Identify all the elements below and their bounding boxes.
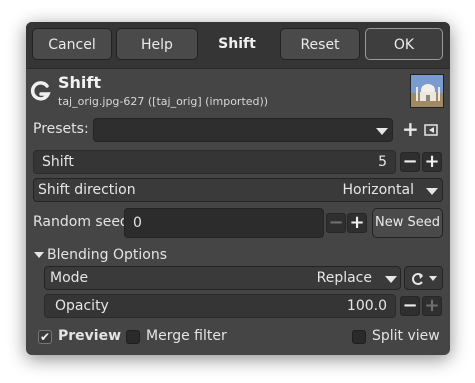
gegl-logo-icon: [30, 81, 51, 101]
opacity-decrement-button[interactable]: −: [400, 296, 420, 316]
opacity-increment-button[interactable]: +: [422, 296, 442, 316]
new-seed-button[interactable]: New Seed: [372, 208, 443, 238]
chevron-down-icon: [385, 276, 397, 283]
plus-icon[interactable]: +: [402, 118, 419, 140]
shift-spinscale[interactable]: Shift 5: [33, 150, 396, 174]
composite-mode-icon: [412, 273, 423, 285]
shift-direction-combo[interactable]: Shift direction Horizontal: [33, 178, 443, 202]
ok-button[interactable]: OK: [365, 28, 443, 60]
merge-filter-label[interactable]: Merge filter: [146, 328, 227, 344]
mode-label: Mode: [50, 270, 89, 286]
presets-label: Presets:: [33, 121, 89, 137]
opacity-spinscale[interactable]: Opacity 100.0: [44, 294, 396, 318]
preview-label[interactable]: Preview: [58, 328, 121, 344]
filter-dialog: Cancel Help Shift Reset OK Shift taj_ori…: [26, 22, 450, 355]
dialog-header-bar: Cancel Help Shift Reset OK: [26, 22, 450, 69]
opacity-value: 100.0: [346, 298, 387, 314]
image-thumbnail: [410, 74, 444, 108]
shift-direction-label: Shift direction: [38, 182, 136, 198]
preview-checkbox[interactable]: ✔: [38, 330, 52, 344]
chevron-down-icon: [376, 128, 388, 135]
merge-filter-checkbox[interactable]: [126, 330, 140, 344]
blending-options-expander[interactable]: Blending Options: [47, 247, 167, 263]
split-view-label[interactable]: Split view: [372, 328, 440, 344]
random-seed-value: 0: [133, 215, 142, 231]
random-seed-label: Random seed: [33, 214, 129, 230]
shift-label: Shift: [42, 154, 74, 170]
filter-title: Shift: [58, 73, 102, 92]
mode-combo[interactable]: Mode Replace: [44, 266, 401, 290]
composite-mode-button[interactable]: [404, 266, 443, 290]
seed-increment-button[interactable]: +: [347, 213, 367, 233]
help-button[interactable]: Help: [116, 28, 198, 60]
filter-subtitle: taj_orig.jpg-627 ([taj_orig] (imported)): [58, 95, 269, 108]
triangle-down-icon[interactable]: [34, 252, 44, 258]
chevron-down-icon: [429, 276, 437, 281]
split-view-checkbox[interactable]: [352, 330, 366, 344]
random-seed-input[interactable]: 0: [124, 208, 324, 238]
mode-value: Replace: [316, 270, 372, 286]
shift-decrement-button[interactable]: −: [400, 152, 420, 172]
taj-thumbnail-image: [411, 75, 443, 107]
cancel-button[interactable]: Cancel: [32, 28, 112, 60]
dialog-title: Shift: [218, 36, 256, 52]
opacity-label: Opacity: [55, 298, 109, 314]
presets-combo[interactable]: [93, 118, 393, 142]
shift-direction-value: Horizontal: [342, 182, 414, 198]
shift-increment-button[interactable]: +: [422, 152, 442, 172]
chevron-down-icon: [426, 188, 438, 195]
reset-button[interactable]: Reset: [280, 28, 360, 60]
seed-decrement-button[interactable]: −: [326, 213, 346, 233]
shift-value: 5: [378, 154, 387, 170]
preset-menu-icon[interactable]: [424, 124, 438, 136]
